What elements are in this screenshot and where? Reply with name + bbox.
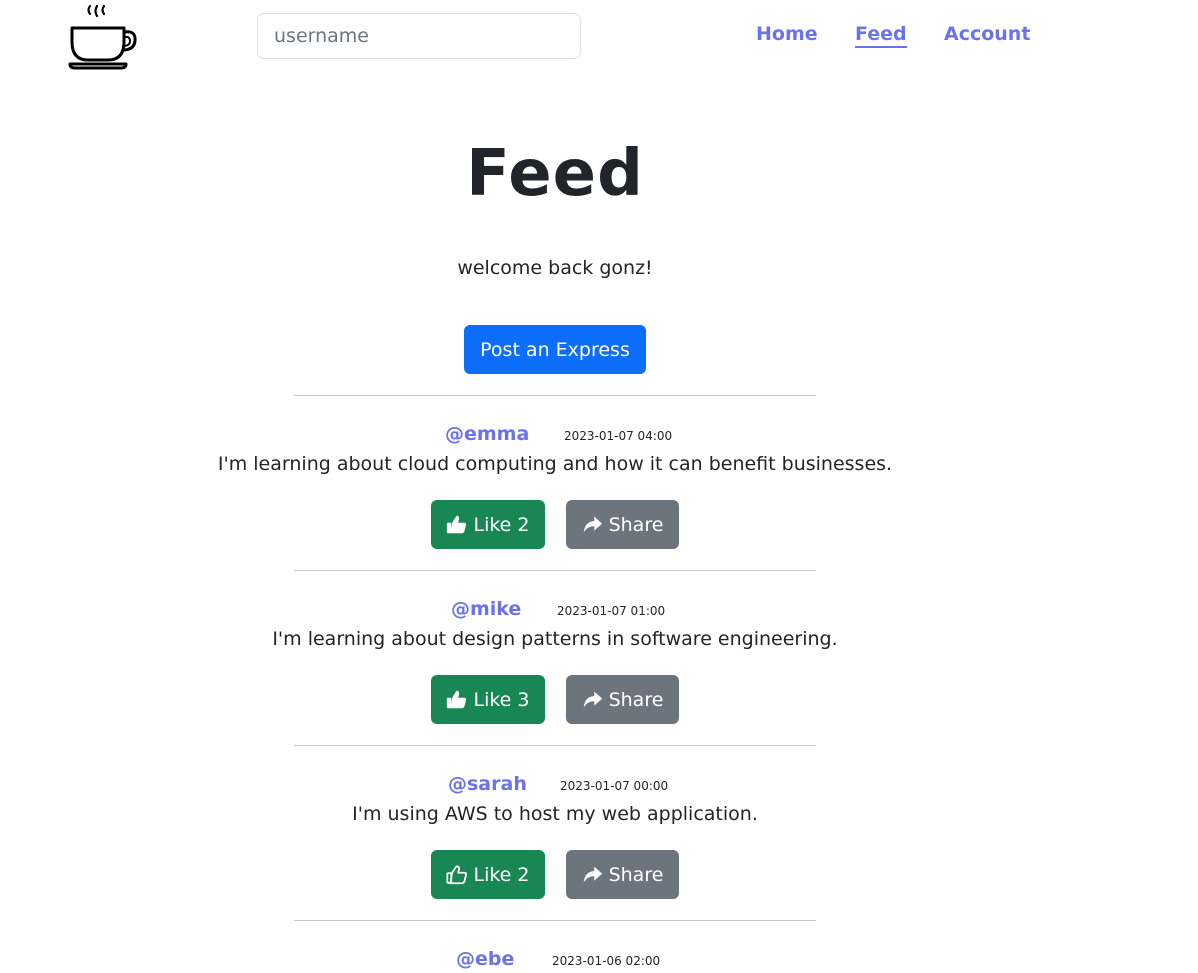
share-arrow-icon: [583, 691, 602, 708]
post-express-button[interactable]: Post an Express: [464, 325, 646, 374]
post-username-link[interactable]: @emma: [445, 422, 529, 446]
post-timestamp: 2023-01-06 02:00: [552, 954, 661, 968]
nav-feed-link[interactable]: Feed: [855, 22, 907, 48]
like-label: Like 2: [473, 513, 530, 536]
post-timestamp: 2023-01-07 00:00: [560, 779, 669, 793]
like-label: Like 2: [473, 863, 530, 886]
share-label: Share: [608, 863, 664, 886]
post-text: I'm learning about cloud computing and h…: [217, 453, 893, 475]
username-search-input[interactable]: [257, 13, 581, 59]
post-text: I'm using AWS to host my web application…: [352, 803, 758, 825]
page-title: Feed: [466, 137, 644, 211]
share-button[interactable]: Share: [566, 850, 679, 899]
thumbs-up-outline-icon: [446, 865, 468, 885]
coffee-cup-logo-icon[interactable]: [68, 4, 138, 72]
welcome-message: welcome back gonz!: [457, 257, 653, 279]
share-arrow-icon: [583, 516, 602, 533]
divider: [294, 920, 816, 921]
like-button[interactable]: Like 2: [431, 850, 545, 899]
like-button[interactable]: Like 2: [431, 500, 545, 549]
post-timestamp: 2023-01-07 01:00: [557, 604, 666, 618]
thumbs-up-filled-icon: [447, 515, 467, 534]
nav-account-link[interactable]: Account: [944, 22, 1030, 46]
nav-home-link[interactable]: Home: [756, 22, 818, 46]
share-arrow-icon: [583, 866, 602, 883]
share-button[interactable]: Share: [566, 500, 679, 549]
like-button[interactable]: Like 3: [431, 675, 545, 724]
like-label: Like 3: [473, 688, 530, 711]
post-username-link[interactable]: @ebe: [456, 947, 514, 971]
divider: [294, 745, 816, 746]
post-username-link[interactable]: @sarah: [448, 772, 527, 796]
thumbs-up-filled-icon: [447, 690, 467, 709]
post-username-link[interactable]: @mike: [451, 597, 521, 621]
divider: [294, 395, 816, 396]
share-label: Share: [608, 513, 664, 536]
share-button[interactable]: Share: [566, 675, 679, 724]
divider: [294, 570, 816, 571]
share-label: Share: [608, 688, 664, 711]
post-text: I'm learning about design patterns in so…: [272, 628, 838, 650]
post-timestamp: 2023-01-07 04:00: [564, 429, 673, 443]
